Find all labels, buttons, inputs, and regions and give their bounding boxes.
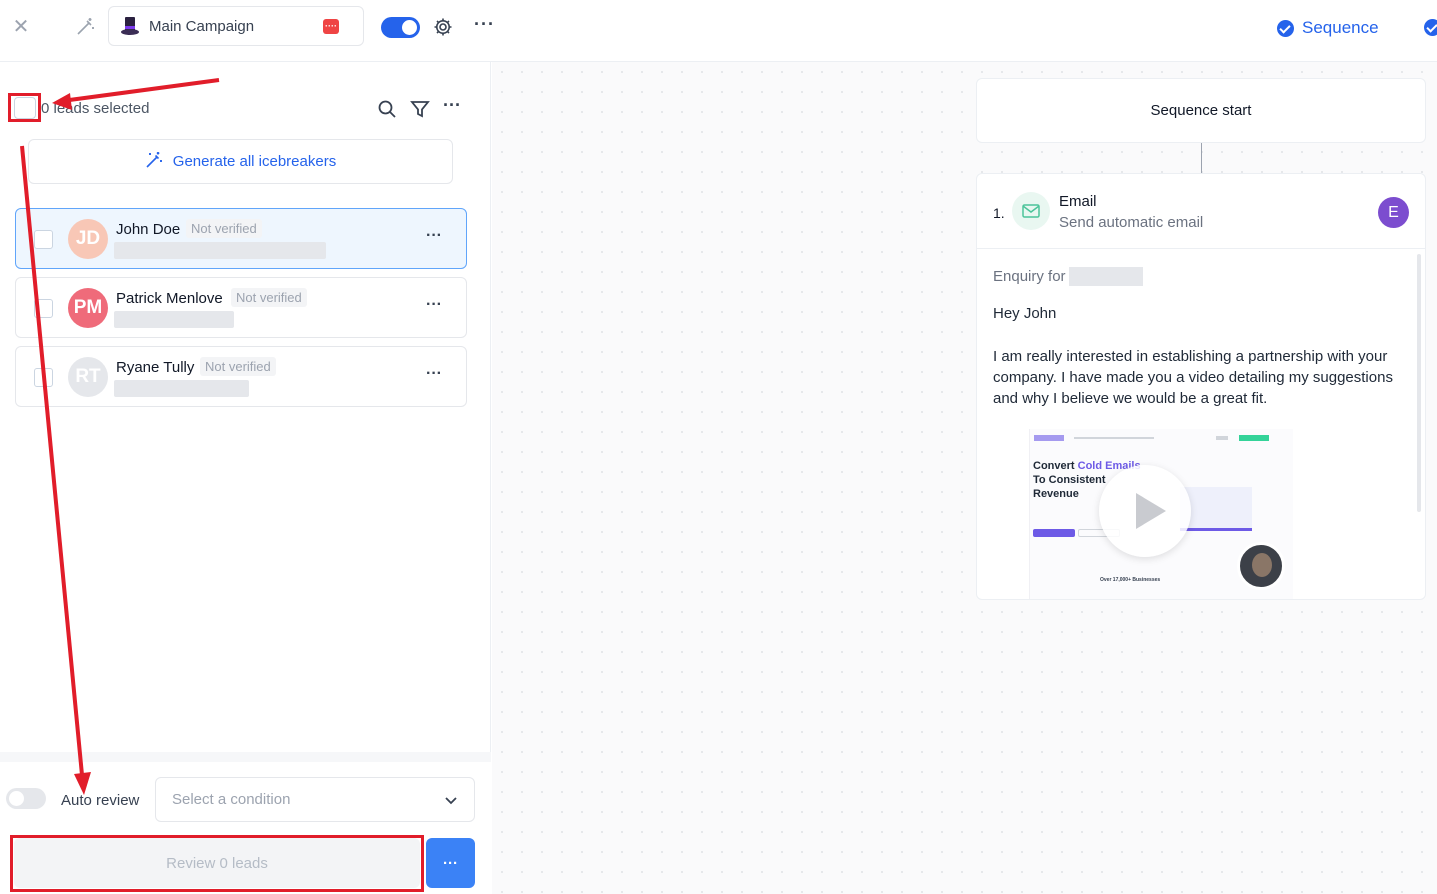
video-footer-text: Over 17,000+ Businesses <box>1100 577 1161 583</box>
email-step-card[interactable]: 1. Email Send automatic email E Enquiry … <box>976 173 1426 600</box>
email-body: I am really interested in establishing a… <box>993 348 1393 407</box>
lead-email-redacted <box>114 242 326 259</box>
campaign-name: Main Campaign <box>149 18 255 35</box>
email-greeting: Hey John <box>993 305 1057 322</box>
card-scrollbar[interactable] <box>1417 254 1421 512</box>
tab-sequence[interactable]: Sequence <box>1277 17 1379 39</box>
auto-review-label: Auto review <box>61 792 140 809</box>
sequence-connector <box>1201 143 1202 173</box>
top-bar: ✕ Main Campaign ···· ··· Sequence <box>0 0 1437 62</box>
step-title: Email <box>1059 193 1097 210</box>
tab-sequence-label: Sequence <box>1302 18 1379 37</box>
close-icon[interactable]: ✕ <box>10 16 32 38</box>
lead-email-redacted <box>114 311 234 328</box>
leads-panel: 0 leads selected ··· Generate all icebre… <box>0 62 491 894</box>
review-more-button[interactable]: ··· <box>426 838 475 888</box>
more-options-icon[interactable]: ··· <box>474 14 495 35</box>
play-icon[interactable] <box>1099 465 1191 557</box>
sequence-canvas: Sequence start 1. Email Send automatic e… <box>492 62 1437 894</box>
gear-icon[interactable] <box>433 17 453 37</box>
subject-redacted <box>1069 267 1143 286</box>
mail-icon <box>1012 192 1050 230</box>
video-cta-primary <box>1033 529 1075 537</box>
generate-icebreakers-label: Generate all icebreakers <box>172 153 337 170</box>
lead-name: Patrick Menlove <box>116 290 223 307</box>
card-divider <box>977 248 1425 249</box>
filter-icon[interactable] <box>410 99 430 119</box>
lead-more-icon[interactable]: ··· <box>426 227 442 245</box>
search-icon[interactable] <box>377 99 397 119</box>
sequence-start-node[interactable]: Sequence start <box>976 78 1426 143</box>
magic-wand-icon[interactable] <box>74 16 96 38</box>
magic-wand-icon <box>145 151 163 173</box>
step-subtitle: Send automatic email <box>1059 214 1204 231</box>
lead-email-redacted <box>114 380 249 397</box>
auto-review-toggle[interactable] <box>6 788 46 809</box>
video-nav-bar <box>1034 435 1269 441</box>
lead-name: Ryane Tully <box>116 359 195 376</box>
verification-badge: Not verified <box>200 357 276 376</box>
lead-checkbox[interactable] <box>34 299 53 318</box>
email-subject: Enquiry for <box>993 268 1066 285</box>
verification-badge: Not verified <box>231 288 307 307</box>
annotation-box-review-button <box>10 835 424 892</box>
lead-row-john-doe[interactable]: JD John Doe Not verified ··· <box>15 208 467 269</box>
avatar: JD <box>68 219 108 259</box>
avatar: RT <box>68 357 108 397</box>
list-more-icon[interactable]: ··· <box>443 95 461 116</box>
campaign-status-badge: ···· <box>323 19 339 34</box>
leads-selected-count: 0 leads selected <box>41 100 150 117</box>
step-owner-avatar[interactable]: E <box>1378 197 1409 228</box>
presenter-avatar <box>1237 542 1285 590</box>
lead-checkbox[interactable] <box>34 230 53 249</box>
video-thumbnail[interactable]: Convert Cold Emails To Consistent Revenu… <box>993 429 1293 599</box>
step-number: 1. <box>993 205 1005 221</box>
campaign-selector[interactable]: Main Campaign ···· <box>108 6 364 46</box>
chevron-down-icon <box>444 793 458 812</box>
verification-badge: Not verified <box>186 219 262 238</box>
condition-select[interactable]: Select a condition <box>155 777 475 822</box>
annotation-box-select-all <box>8 93 41 122</box>
lead-checkbox[interactable] <box>34 368 53 387</box>
lead-more-icon[interactable]: ··· <box>426 365 442 383</box>
check-circle-icon <box>1277 19 1294 37</box>
avatar: PM <box>68 288 108 328</box>
next-tab-check-icon[interactable] <box>1424 19 1437 36</box>
condition-placeholder: Select a condition <box>172 791 291 808</box>
lead-name: John Doe <box>116 221 181 238</box>
lead-row-patrick-menlove[interactable]: PM Patrick Menlove Not verified ··· <box>15 277 467 338</box>
generate-icebreakers-button[interactable]: Generate all icebreakers <box>28 139 453 184</box>
campaign-active-toggle[interactable] <box>381 17 420 38</box>
lead-more-icon[interactable]: ··· <box>426 296 442 314</box>
top-hat-icon <box>119 15 141 37</box>
lead-row-ryane-tully[interactable]: RT Ryane Tully Not verified ··· <box>15 346 467 407</box>
